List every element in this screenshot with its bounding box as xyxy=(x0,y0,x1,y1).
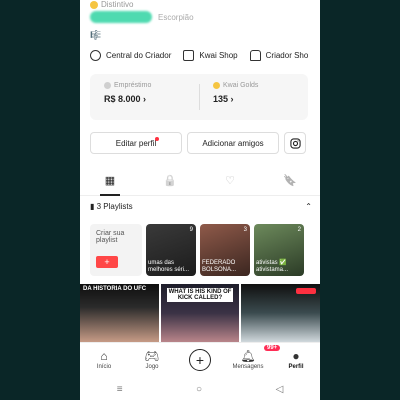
nav-create[interactable]: + xyxy=(176,348,224,371)
playlist-card[interactable]: 9 umas das melhores séri... xyxy=(146,224,196,276)
add-friends-label: Adicionar amigos xyxy=(202,138,264,148)
shop-icon xyxy=(249,50,261,61)
back-icon[interactable]: ◁ xyxy=(276,384,284,395)
gamepad-icon: 🎮︎ xyxy=(144,348,160,363)
nav-profile-label: Perfil xyxy=(288,363,304,370)
tab-videos[interactable]: ▦ xyxy=(80,166,140,196)
shortcut-creator-center[interactable]: Central do Criador xyxy=(90,50,171,61)
badge-text: Distintivo xyxy=(101,0,134,9)
loan-value: R$ 8.000 › xyxy=(104,94,147,104)
plus-circle-icon xyxy=(90,50,101,61)
lock-icon: 🔒 xyxy=(163,175,177,187)
playlist-caption: ativistas ✅ ativistama... xyxy=(256,260,289,273)
playlist-card[interactable]: 2 ativistas ✅ ativistama... xyxy=(254,224,304,276)
home-icon: ⌂ xyxy=(100,348,108,363)
playlist-caption: umas das melhores séri... xyxy=(148,260,190,273)
shortcut-kwai-shop[interactable]: Kwai Shop xyxy=(183,50,238,61)
nav-messages[interactable]: 🔔︎ 99+ Mensagens xyxy=(224,344,281,370)
golds-section[interactable]: Kwai Golds 135 › xyxy=(199,74,308,120)
right-background xyxy=(320,0,400,400)
recents-icon[interactable]: ≡ xyxy=(117,384,123,395)
playlist-count: 3 xyxy=(243,227,247,233)
tab-likes[interactable]: ♡ xyxy=(200,166,260,195)
nav-games-label: Jogo xyxy=(145,363,159,370)
profile-screen: Distintivo Escorpião 🎼 Central do Criado… xyxy=(80,0,320,400)
shortcut-label: Criador Sho xyxy=(265,51,309,60)
zodiac-text: Escorpião xyxy=(158,12,194,22)
shortcut-label: Kwai Shop xyxy=(199,51,238,60)
playlist-count: 2 xyxy=(297,227,301,233)
nav-home[interactable]: ⌂ Início xyxy=(80,350,128,370)
left-background xyxy=(0,0,80,400)
heart-icon: ♡ xyxy=(225,175,235,187)
playlists-count: 3 Playlists xyxy=(96,202,133,211)
live-tag xyxy=(296,288,317,294)
badge-icon xyxy=(90,0,98,9)
handle-row: Escorpião xyxy=(90,11,194,23)
bottom-nav: ⌂ Início 🎮︎ Jogo + 🔔︎ 99+ Mensagens ● Pe… xyxy=(80,342,320,376)
playlists-header[interactable]: ▮ 3 Playlists ⌃ xyxy=(90,202,312,211)
nav-messages-label: Mensagens xyxy=(232,363,264,370)
create-playlist-label: Criar sua playlist xyxy=(96,230,125,244)
edit-profile-button[interactable]: Editar perfil xyxy=(90,132,182,154)
video-thumbnail[interactable]: WHAT IS HIS KIND OF KICK CALLED? xyxy=(160,284,240,342)
playlist-caption: FEDERADO BOLSONA... xyxy=(202,260,237,273)
golds-value: 135 › xyxy=(213,94,234,104)
video-grid: DA HISTORIA DO UFC WHAT IS HIS KIND OF K… xyxy=(80,284,320,342)
wallet-card: Empréstimo R$ 8.000 › Kwai Golds 135 › xyxy=(90,74,308,120)
profile-actions: Editar perfil Adicionar amigos xyxy=(90,132,312,154)
bell-icon: 🔔︎ xyxy=(240,348,256,363)
collapse-icon[interactable]: ⌃ xyxy=(305,202,312,211)
grid-icon: ▦ xyxy=(104,175,116,187)
create-playlist-button[interactable]: + xyxy=(96,256,118,268)
bookmark-icon: 🔖 xyxy=(283,175,297,187)
golds-label: Kwai Golds xyxy=(223,82,259,89)
playlist-row: Criar sua playlist + 9 umas das melhores… xyxy=(90,224,320,276)
loan-label: Empréstimo xyxy=(114,82,152,89)
system-home-icon[interactable]: ○ xyxy=(196,384,202,395)
instagram-button[interactable] xyxy=(284,132,306,154)
tab-private[interactable]: 🔒 xyxy=(140,166,200,195)
nav-home-label: Início xyxy=(96,363,112,370)
playlist-count: 9 xyxy=(189,227,193,233)
create-plus-icon: + xyxy=(189,348,211,371)
video-title: DA HISTORIA DO UFC xyxy=(83,286,147,292)
shortcut-creator-shop[interactable]: Criador Sho xyxy=(249,50,309,61)
content-tabs: ▦ 🔒 ♡ 🔖 xyxy=(80,166,320,196)
video-thumbnail[interactable] xyxy=(241,284,320,342)
video-title: WHAT IS HIS KIND OF KICK CALLED? xyxy=(166,288,234,302)
edit-profile-label: Editar perfil xyxy=(115,138,157,148)
music-icon: 🎼 xyxy=(90,30,102,40)
loan-section[interactable]: Empréstimo R$ 8.000 › xyxy=(90,74,199,120)
notification-dot xyxy=(155,137,159,141)
system-navigation: ≡ ○ ◁ xyxy=(80,378,320,400)
loan-icon xyxy=(104,82,111,89)
redacted-handle xyxy=(90,11,152,23)
creator-shortcuts: Central do Criador Kwai Shop Criador Sho xyxy=(90,50,320,61)
playlist-card[interactable]: 3 FEDERADO BOLSONA... xyxy=(200,224,250,276)
shopping-bag-icon xyxy=(183,50,195,61)
create-playlist-card[interactable]: Criar sua playlist + xyxy=(90,224,142,276)
add-friends-button[interactable]: Adicionar amigos xyxy=(187,132,279,154)
badge-line: Distintivo xyxy=(90,0,133,9)
gold-coin-icon xyxy=(213,82,220,89)
instagram-icon xyxy=(289,137,301,149)
nav-games[interactable]: 🎮︎ Jogo xyxy=(128,350,176,370)
shortcut-label: Central do Criador xyxy=(106,51,172,60)
nav-profile[interactable]: ● Perfil xyxy=(272,350,320,370)
tab-saved[interactable]: 🔖 xyxy=(260,166,320,195)
playlists-title: ▮ 3 Playlists xyxy=(90,202,133,211)
person-icon: ● xyxy=(292,348,300,363)
video-thumbnail[interactable]: DA HISTORIA DO UFC xyxy=(80,284,159,342)
